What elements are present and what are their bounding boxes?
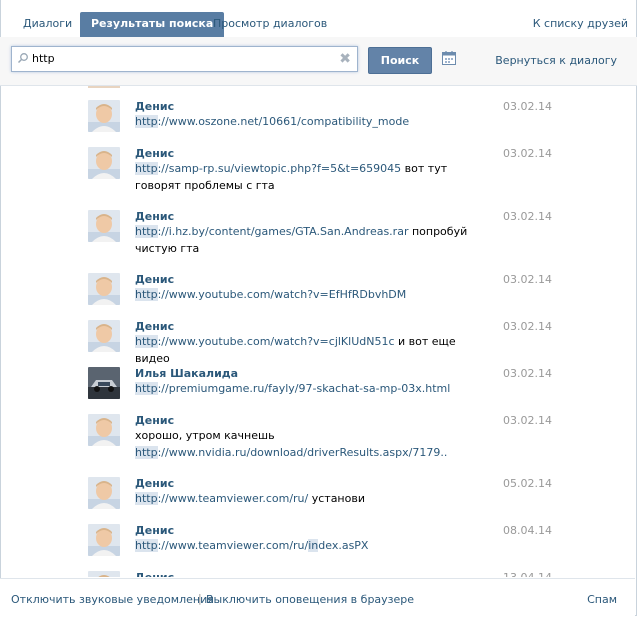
avatar-denis[interactable] — [88, 273, 120, 305]
message-date: 03.02.14 — [503, 210, 552, 223]
search-highlight[interactable]: in — [308, 539, 319, 552]
message-link[interactable]: ://www.nvidia.ru/download/driverResults.… — [158, 446, 448, 459]
search-icon — [17, 53, 28, 64]
disable-browser-notifications-link[interactable]: Выключить оповещения в браузере — [206, 593, 414, 606]
tab-dialogs[interactable]: Диалоги — [23, 12, 72, 36]
avatar-ilya[interactable] — [88, 367, 120, 399]
message-date: 05.02.14 — [503, 477, 552, 490]
message-date: 03.02.14 — [503, 414, 552, 427]
search-highlight[interactable]: http — [135, 492, 158, 505]
search-highlight[interactable]: http — [135, 288, 158, 301]
message-text: http://www.teamviewer.com/ru/ установи — [135, 490, 485, 507]
message-date: 03.02.14 — [503, 367, 552, 380]
message-author[interactable]: Денис — [135, 524, 174, 537]
message-text: хорошо, утром качнешь http://www.nvidia.r… — [135, 427, 485, 461]
search-highlight[interactable]: http — [135, 446, 158, 459]
spam-link[interactable]: Спам — [587, 593, 617, 606]
tab-bar: Диалоги Результаты поиска Просмотр диало… — [0, 0, 637, 38]
message-date: 03.02.14 — [503, 273, 552, 286]
search-highlight[interactable]: http — [135, 225, 158, 238]
message-date: 03.02.14 — [503, 100, 552, 113]
message-date: 13.04.14 — [503, 571, 552, 577]
search-highlight[interactable]: http — [135, 115, 158, 128]
avatar-partial — [88, 86, 120, 88]
message-author[interactable]: Денис — [135, 414, 174, 427]
avatar-denis[interactable] — [88, 524, 120, 556]
message-date: 08.04.14 — [503, 524, 552, 537]
friends-list-link[interactable]: К списку друзей — [533, 12, 628, 36]
avatar-denis[interactable] — [88, 477, 120, 509]
avatar-denis[interactable] — [88, 414, 120, 446]
search-input[interactable] — [32, 47, 332, 71]
message-text: http://www.youtube.com/watch?v=cjlKlUdN5… — [135, 333, 485, 367]
message-author[interactable]: Денис — [135, 320, 174, 333]
avatar-denis[interactable] — [88, 147, 120, 179]
footer: Отключить звуковые уведомления | Выключи… — [0, 578, 635, 617]
message-date: 03.02.14 — [503, 147, 552, 160]
calendar-icon[interactable] — [442, 51, 456, 65]
footer-separator: | — [198, 592, 202, 605]
message-author[interactable]: Денис — [135, 147, 174, 160]
message-link[interactable]: ://i.hz.by/content/games/GTA.San.Andreas… — [158, 225, 409, 238]
message-text: http://www.oszone.net/10661/compatibilit… — [135, 113, 485, 130]
message-text: http://www.youtube.com/watch?v=EfHfRDbvh… — [135, 286, 485, 303]
search-field[interactable]: ✖ — [11, 46, 358, 72]
avatar-denis[interactable] — [88, 320, 120, 352]
clear-search-icon[interactable]: ✖ — [339, 51, 351, 67]
scrollbar[interactable] — [623, 86, 635, 577]
disable-sound-link[interactable]: Отключить звуковые уведомления — [11, 593, 214, 606]
message-author[interactable]: Денис — [135, 100, 174, 113]
avatar-denis[interactable] — [88, 210, 120, 242]
back-to-dialog-link[interactable]: Вернуться к диалогу — [495, 54, 617, 67]
message-text-fragment: хорошо, утром качнешь — [135, 429, 275, 442]
search-highlight[interactable]: http — [135, 382, 158, 395]
message-text: http://www.teamviewer.com/ru/index.asPX — [135, 537, 485, 554]
message-author[interactable]: Денис — [135, 273, 174, 286]
message-date: 03.02.14 — [503, 320, 552, 333]
message-text-fragment: установи — [308, 492, 365, 505]
message-author[interactable]: Денис — [135, 210, 174, 223]
message-link[interactable]: ://premiumgame.ru/fayly/97-skachat-sa-mp… — [158, 382, 451, 395]
search-highlight[interactable]: http — [135, 539, 158, 552]
message-author[interactable]: Денис — [135, 571, 174, 577]
search-highlight[interactable]: http — [135, 162, 158, 175]
message-text: http://i.hz.by/content/games/GTA.San.And… — [135, 223, 485, 257]
tab-search-results[interactable]: Результаты поиска — [80, 12, 225, 37]
message-link[interactable]: ://www.youtube.com/watch?v=EfHfRDbvhDM — [158, 288, 407, 301]
message-text: http://premiumgame.ru/fayly/97-skachat-s… — [135, 380, 485, 397]
message-link[interactable]: ://www.teamviewer.com/ru/ — [158, 539, 309, 552]
search-results-list: Денис 03.02.14 http://www.oszone.net/10661… — [0, 86, 623, 577]
message-link[interactable]: dex.asPX — [318, 539, 368, 552]
message-link[interactable]: ://www.teamviewer.com/ru/ — [158, 492, 309, 505]
avatar-denis[interactable] — [88, 571, 120, 577]
message-author[interactable]: Денис — [135, 477, 174, 490]
tab-view-dialogs[interactable]: Просмотр диалогов — [213, 12, 327, 36]
search-bar: ✖ Поиск Вернуться к диалогу — [0, 37, 637, 86]
search-highlight[interactable]: http — [135, 335, 158, 348]
message-author[interactable]: Илья Шакалида — [135, 367, 238, 380]
message-link[interactable]: ://www.oszone.net/10661/compatibility_mo… — [158, 115, 410, 128]
message-link[interactable]: ://www.youtube.com/watch?v=cjlKlUdN51c — [158, 335, 395, 348]
avatar-denis[interactable] — [88, 100, 120, 132]
message-link[interactable]: ://samp-rp.su/viewtopic.php?f=5&t=659045 — [158, 162, 402, 175]
message-text: http://samp-rp.su/viewtopic.php?f=5&t=65… — [135, 160, 485, 194]
search-button[interactable]: Поиск — [368, 47, 432, 74]
